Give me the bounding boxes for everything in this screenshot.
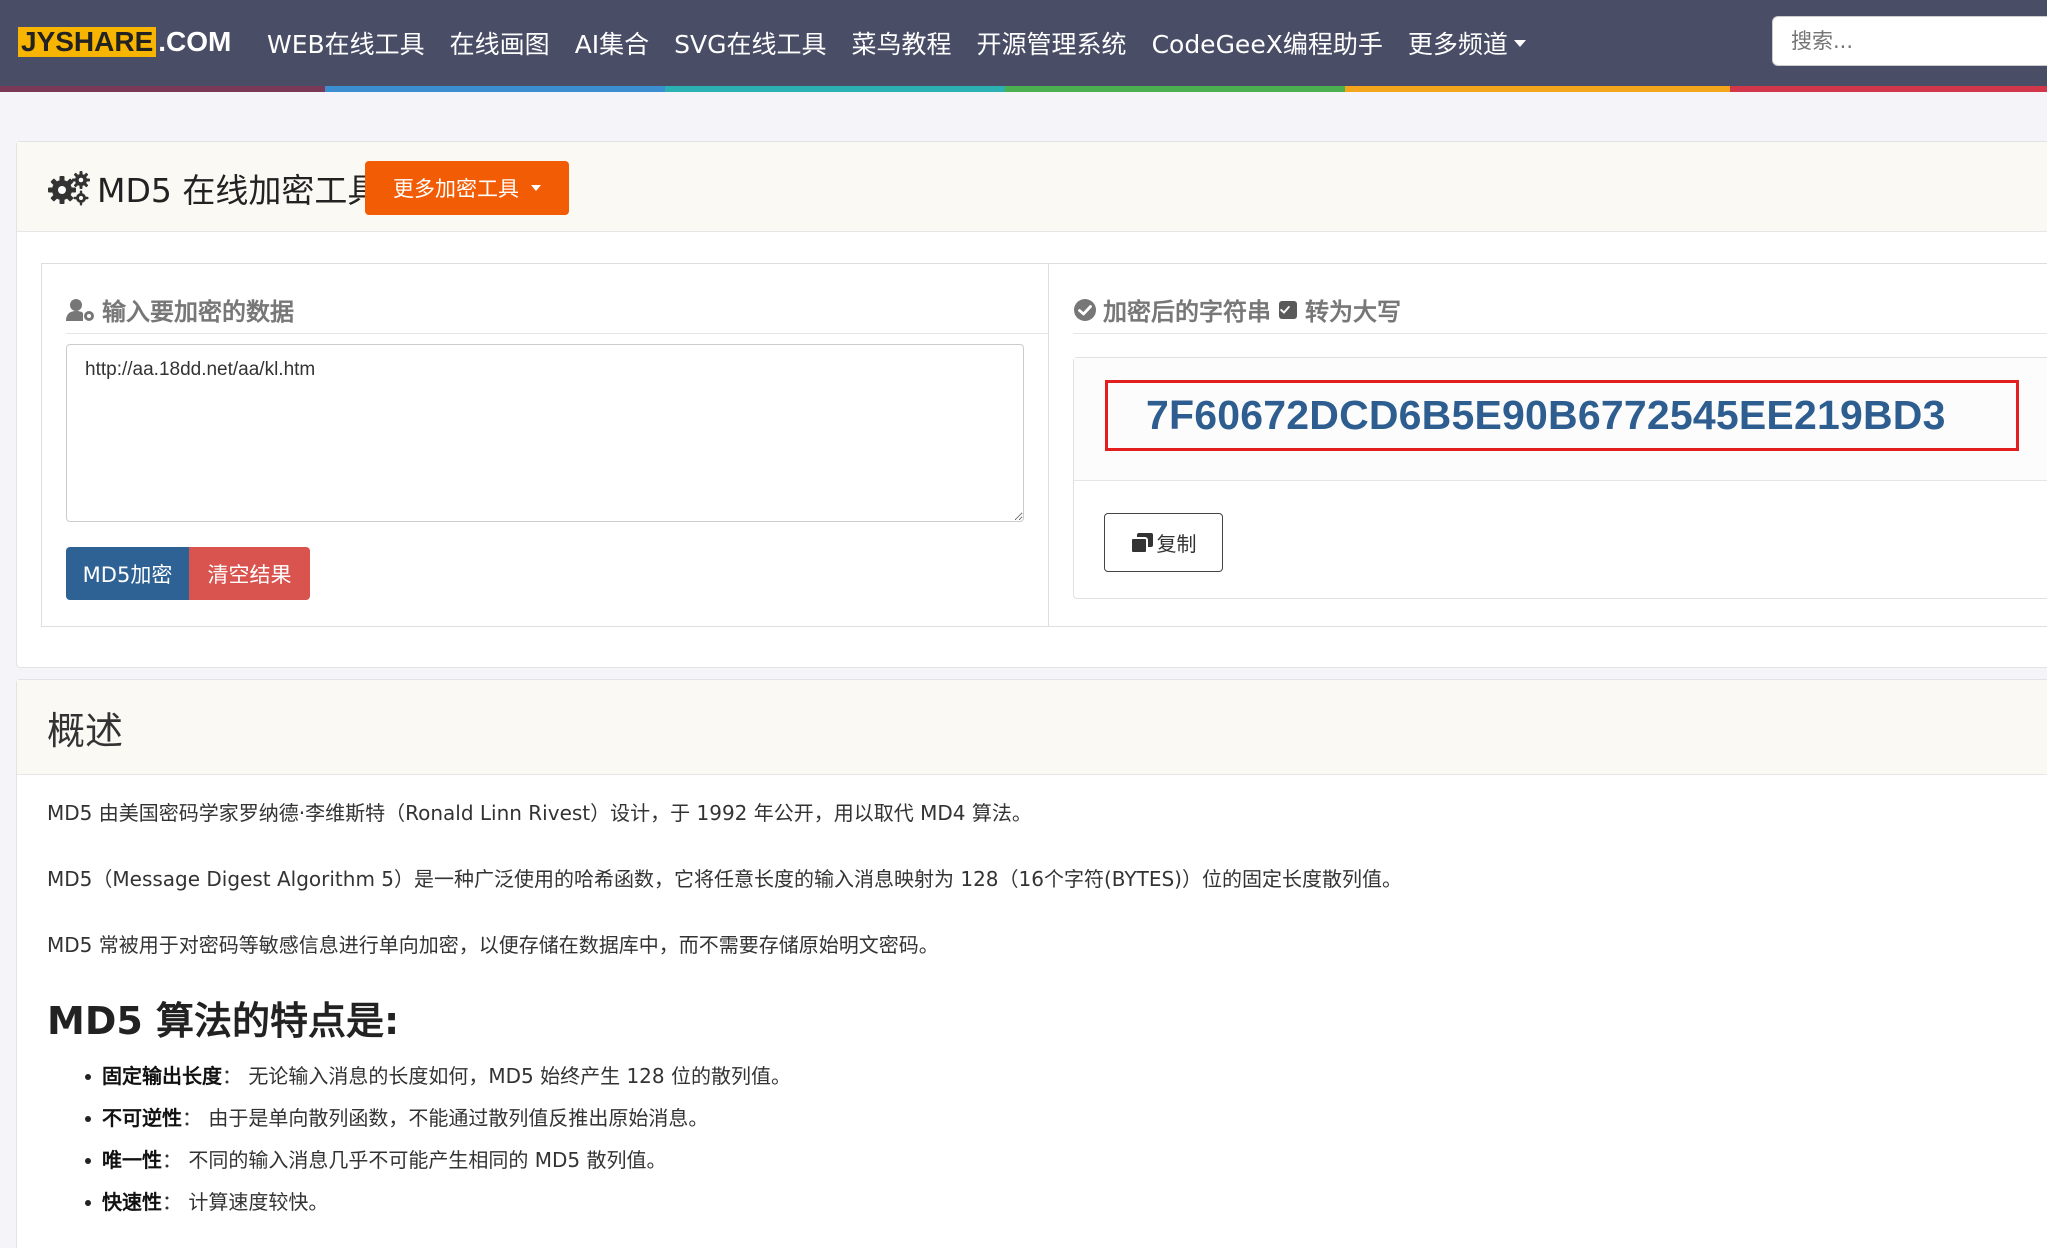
copy-button[interactable]: 复制 — [1104, 513, 1223, 572]
feature-desc: ： 由于是单向散列函数，不能通过散列值反推出原始消息。 — [182, 1106, 709, 1130]
uppercase-label[interactable]: 转为大写 — [1305, 292, 1401, 327]
feature-desc: ： 不同的输入消息几乎不可能产生相同的 MD5 散列值。 — [162, 1148, 667, 1172]
top-navbar: JYSHARE .COM WEB在线工具 在线画图 AI集合 SVG在线工具 菜… — [0, 0, 2047, 92]
strip-segment — [325, 86, 665, 92]
feature-name: 固定输出长度 — [102, 1064, 222, 1088]
strip-segment — [1005, 86, 1345, 92]
color-strip — [0, 86, 2047, 92]
feature-desc: ： 计算速度较快。 — [162, 1190, 329, 1214]
tool-card-header: MD5 在线加密工具 更多加密工具 — [17, 142, 2047, 232]
divider — [66, 333, 1048, 334]
feature-desc: ： 无论输入消息的长度如何，MD5 始终产生 128 位的散列值。 — [222, 1064, 791, 1088]
more-encrypt-tools-button[interactable]: 更多加密工具 — [365, 161, 569, 215]
page-title: MD5 在线加密工具 — [47, 164, 380, 212]
output-panel: 加密后的字符串 转为大写 7F60672DCD6B5E90B6772545EE2… — [1048, 263, 2047, 627]
checkmark-icon — [1280, 305, 1290, 314]
overview-card-header: 概述 — [17, 680, 2047, 775]
feature-name: 快速性 — [102, 1190, 162, 1214]
input-panel-title: 输入要加密的数据 — [66, 292, 294, 327]
md5-input-textarea[interactable]: http://aa.18dd.net/aa/kl.htm — [66, 344, 1024, 522]
nav-menu: WEB在线工具 在线画图 AI集合 SVG在线工具 菜鸟教程 开源管理系统 Co… — [267, 0, 1551, 86]
strip-segment — [0, 86, 325, 92]
gears-icon — [48, 171, 90, 206]
overview-paragraph: MD5 常被用于对密码等敏感信息进行单向加密，以便存储在数据库中，而不需要存储原… — [47, 933, 939, 957]
input-panel: 输入要加密的数据 http://aa.18dd.net/aa/kl.htm MD… — [41, 263, 1049, 627]
nav-item-online-draw[interactable]: 在线画图 — [450, 25, 550, 61]
result-panel: 7F60672DCD6B5E90B6772545EE219BD3 复制 — [1073, 357, 2047, 599]
nav-item-runoob[interactable]: 菜鸟教程 — [852, 25, 952, 61]
logo-right: .COM — [158, 26, 232, 57]
overview-paragraph: MD5 由美国密码学家罗纳德·李维斯特（Ronald Linn Rivest）设… — [47, 801, 1032, 825]
overview-paragraph: MD5（Message Digest Algorithm 5）是一种广泛使用的哈… — [47, 867, 1402, 891]
strip-segment — [1730, 86, 2047, 92]
clear-result-button[interactable]: 清空结果 — [189, 547, 310, 600]
features-heading: MD5 算法的特点是: — [47, 999, 400, 1043]
nav-item-web-tools[interactable]: WEB在线工具 — [267, 25, 425, 61]
action-button-group: MD5加密 清空结果 — [66, 547, 310, 600]
overview-title: 概述 — [47, 709, 124, 753]
logo-left: JYSHARE — [18, 27, 157, 57]
list-item: 快速性： 计算速度较快。 — [85, 1189, 2027, 1215]
list-item: 不可逆性： 由于是单向散列函数，不能通过散列值反推出原始消息。 — [85, 1105, 2027, 1131]
input-panel-title-text: 输入要加密的数据 — [102, 298, 294, 326]
strip-segment — [665, 86, 1005, 92]
output-panel-title-text: 加密后的字符串 — [1103, 298, 1271, 326]
user-cog-icon — [66, 298, 94, 321]
md5-tool-card: MD5 在线加密工具 更多加密工具 输入要加密的数据 http://aa.18d… — [16, 141, 2047, 668]
feature-name: 唯一性 — [102, 1148, 162, 1172]
more-encrypt-tools-label: 更多加密工具 — [393, 177, 519, 201]
features-list: 固定输出长度： 无论输入消息的长度如何，MD5 始终产生 128 位的散列值。 … — [47, 1063, 2027, 1215]
md5-encrypt-button[interactable]: MD5加密 — [66, 547, 189, 600]
copy-button-label: 复制 — [1156, 532, 1197, 556]
site-logo[interactable]: JYSHARE .COM — [18, 26, 232, 57]
check-circle-icon — [1074, 298, 1096, 321]
copy-icon — [1130, 532, 1153, 553]
nav-item-more-channels[interactable]: 更多频道 — [1408, 25, 1526, 61]
caret-down-icon — [531, 185, 541, 191]
md5-result-text: 7F60672DCD6B5E90B6772545EE219BD3 — [1105, 380, 2019, 451]
strip-segment — [1345, 86, 1730, 92]
list-item: 唯一性： 不同的输入消息几乎不可能产生相同的 MD5 散列值。 — [85, 1147, 2027, 1173]
output-panel-title: 加密后的字符串 转为大写 — [1073, 292, 1401, 327]
more-channels-label: 更多频道 — [1407, 30, 1508, 59]
nav-item-svg-tools[interactable]: SVG在线工具 — [674, 25, 826, 61]
caret-down-icon — [1513, 39, 1526, 47]
result-area: 7F60672DCD6B5E90B6772545EE219BD3 — [1074, 358, 2047, 481]
list-item: 固定输出长度： 无论输入消息的长度如何，MD5 始终产生 128 位的散列值。 — [85, 1063, 2027, 1089]
overview-card: 概述 MD5 由美国密码学家罗纳德·李维斯特（Ronald Linn Rives… — [16, 679, 2047, 1248]
nav-item-codegeex[interactable]: CodeGeeX编程助手 — [1152, 25, 1383, 61]
feature-name: 不可逆性 — [102, 1106, 182, 1130]
overview-content: MD5 由美国密码学家罗纳德·李维斯特（Ronald Linn Rivest）设… — [47, 800, 2027, 1231]
uppercase-checkbox[interactable] — [1279, 300, 1297, 319]
search-input[interactable] — [1772, 16, 2047, 66]
nav-item-ai[interactable]: AI集合 — [575, 25, 649, 61]
page-title-text: MD5 在线加密工具 — [97, 171, 381, 210]
nav-item-open-source[interactable]: 开源管理系统 — [977, 25, 1127, 61]
divider — [1073, 333, 2047, 334]
